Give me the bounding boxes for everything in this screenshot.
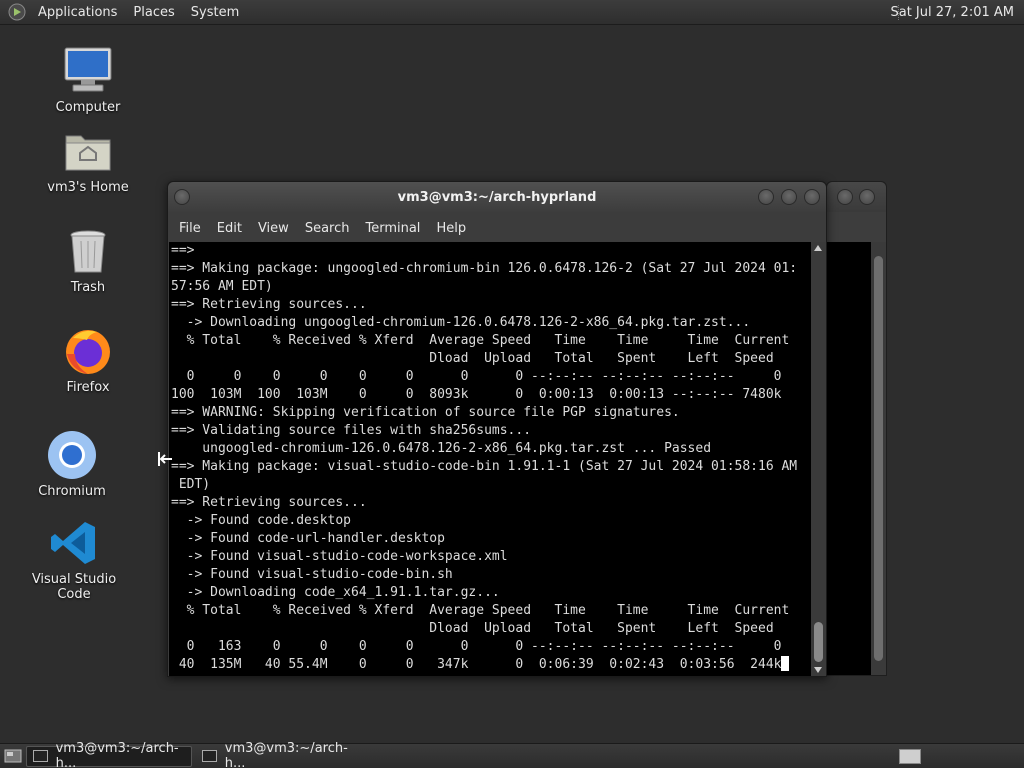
terminal-line: Dload Upload Total Spent Left Speed [171,351,774,366]
menu-edit[interactable]: Edit [209,221,250,236]
terminal-line: % Total % Received % Xferd Average Speed… [171,333,790,348]
resize-cursor-icon [156,450,174,468]
terminal-line: -> Downloading ungoogled-chromium-126.0.… [171,315,751,330]
desktop-icon-chromium[interactable]: Chromium [12,430,132,499]
taskbar-item[interactable]: vm3@vm3:~/arch-h... [196,741,362,768]
background-terminal-window[interactable] [826,181,887,676]
terminal-line: ==> Validating source files with sha256s… [171,423,532,438]
terminal-line: EDT) [171,477,211,492]
top-panel: Applications Places System Sat Jul 27, 2… [0,0,1024,25]
desktop-icon-label: Visual Studio Code [31,572,117,602]
terminal-icon [33,750,48,762]
terminal-line: Dload Upload Total Spent Left Speed [171,621,774,636]
desktop-icon-computer[interactable]: Computer [28,46,148,115]
terminal-line: ==> [171,243,195,258]
background-window-menubar [827,212,886,242]
places-menu[interactable]: Places [125,0,182,25]
terminal-line: -> Found code-url-handler.desktop [171,531,445,546]
background-window-titlebar[interactable] [827,182,886,212]
window-titlebar[interactable]: vm3@vm3:~/arch-hyprland [168,182,826,213]
terminal-line: -> Found visual-studio-code-workspace.xm… [171,549,508,564]
taskbar-item-label: vm3@vm3:~/arch-h... [224,741,348,768]
terminal-line: ==> Retrieving sources... [171,297,367,312]
terminal-output[interactable]: ==> ==> Making package: ungoogled-chromi… [169,242,812,676]
taskbar-item-label: vm3@vm3:~/arch-h... [55,741,179,768]
gnome-foot-icon[interactable] [8,3,26,21]
terminal-icon [202,750,217,762]
bottom-panel: vm3@vm3:~/arch-h... vm3@vm3:~/arch-h... [0,741,1024,768]
desktop-icon-label: Firefox [66,380,110,395]
taskbar-item[interactable]: vm3@vm3:~/arch-h... [26,741,192,768]
chromium-icon [47,430,97,480]
desktop-icon-label: Chromium [38,484,106,499]
applications-menu[interactable]: Applications [30,0,125,25]
desktop-icon-trash[interactable]: Trash [28,226,148,295]
trash-icon [63,226,113,276]
desktop-icon-home[interactable]: vm3's Home [28,126,148,195]
terminal-line: ==> Making package: visual-studio-code-b… [171,459,798,474]
terminal-line-text: 40 135M 40 55.4M 0 0 347k 0 0:06:39 0:02… [171,657,782,672]
scroll-down-icon[interactable] [814,667,822,673]
desktop-icon-label: vm3's Home [47,180,129,195]
scrollbar-thumb[interactable] [874,256,883,661]
terminal-menubar: File Edit View Search Terminal Help [168,213,826,243]
menu-help[interactable]: Help [428,221,474,236]
menu-terminal[interactable]: Terminal [357,221,428,236]
terminal-line: -> Downloading code_x64_1.91.1.tar.gz... [171,585,500,600]
terminal-line: 0 163 0 0 0 0 0 0 --:--:-- --:--:-- --:-… [171,639,782,654]
vscode-icon [49,518,99,568]
terminal-line: 57:56 AM EDT) [171,279,273,294]
desktop-icon-firefox[interactable]: Firefox [28,326,148,395]
computer-icon [63,46,113,96]
terminal-line: ==> Making package: ungoogled-chromium-b… [171,261,798,276]
background-scrollbar[interactable] [871,242,886,675]
desktop-icon-label: Computer [55,100,121,115]
terminal-line: 0 0 0 0 0 0 0 0 --:--:-- --:--:-- --:--:… [171,369,782,384]
system-menu[interactable]: System [183,0,247,25]
terminal-line: % Total % Received % Xferd Average Speed… [171,603,790,618]
scrollbar-thumb[interactable] [814,622,823,662]
window-title: vm3@vm3:~/arch-hyprland [397,190,597,205]
terminal-window[interactable]: vm3@vm3:~/arch-hyprland File Edit View S… [167,181,827,677]
terminal-line: -> Found code.desktop [171,513,352,528]
terminal-line: ==> WARNING: Skipping verification of so… [171,405,680,420]
scroll-up-icon[interactable] [814,245,822,251]
terminal-line: -> Found visual-studio-code-bin.sh [171,567,453,582]
window-menu-icon[interactable] [174,189,190,205]
terminal-scrollbar[interactable] [811,242,826,676]
workspace-switcher[interactable] [899,749,921,764]
text-cursor [781,656,790,671]
clock[interactable]: Sat Jul 27, 2:01 AM [890,0,1014,25]
show-desktop-icon[interactable] [4,748,22,764]
background-terminal-area[interactable] [827,242,872,675]
terminal-line: 100 103M 100 103M 0 0 8093k 0 0:00:13 0:… [171,387,782,402]
maximize-icon[interactable] [859,189,875,205]
minimize-icon[interactable] [758,189,774,205]
menu-file[interactable]: File [171,221,209,236]
home-folder-icon [63,126,113,176]
desktop-icon-vscode[interactable]: Visual Studio Code [14,518,134,602]
terminal-last-line: 40 135M 40 55.4M 0 0 347k 0 0:06:39 0:02… [169,656,812,674]
close-icon[interactable] [804,189,820,205]
menu-search[interactable]: Search [297,221,358,236]
terminal-line: ungoogled-chromium-126.0.6478.126-2-x86_… [171,441,712,456]
terminal-line: ==> Retrieving sources... [171,495,367,510]
desktop-icon-label: Trash [70,280,106,295]
minimize-icon[interactable] [837,189,853,205]
firefox-icon [63,326,113,376]
menu-view[interactable]: View [250,221,297,236]
maximize-icon[interactable] [781,189,797,205]
